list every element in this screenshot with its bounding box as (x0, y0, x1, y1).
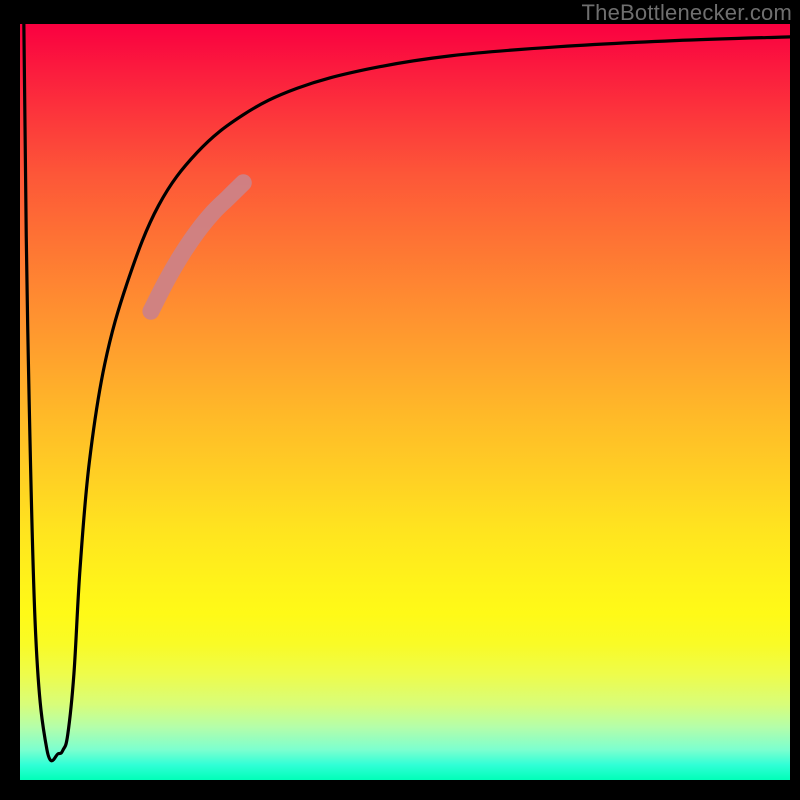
chart-frame: TheBottlenecker.com (0, 0, 800, 800)
attribution-label: TheBottlenecker.com (582, 0, 792, 26)
plot-area (20, 24, 790, 780)
chart-svg (20, 24, 790, 780)
bottleneck-curve (24, 24, 790, 761)
highlight-segment (151, 183, 243, 312)
